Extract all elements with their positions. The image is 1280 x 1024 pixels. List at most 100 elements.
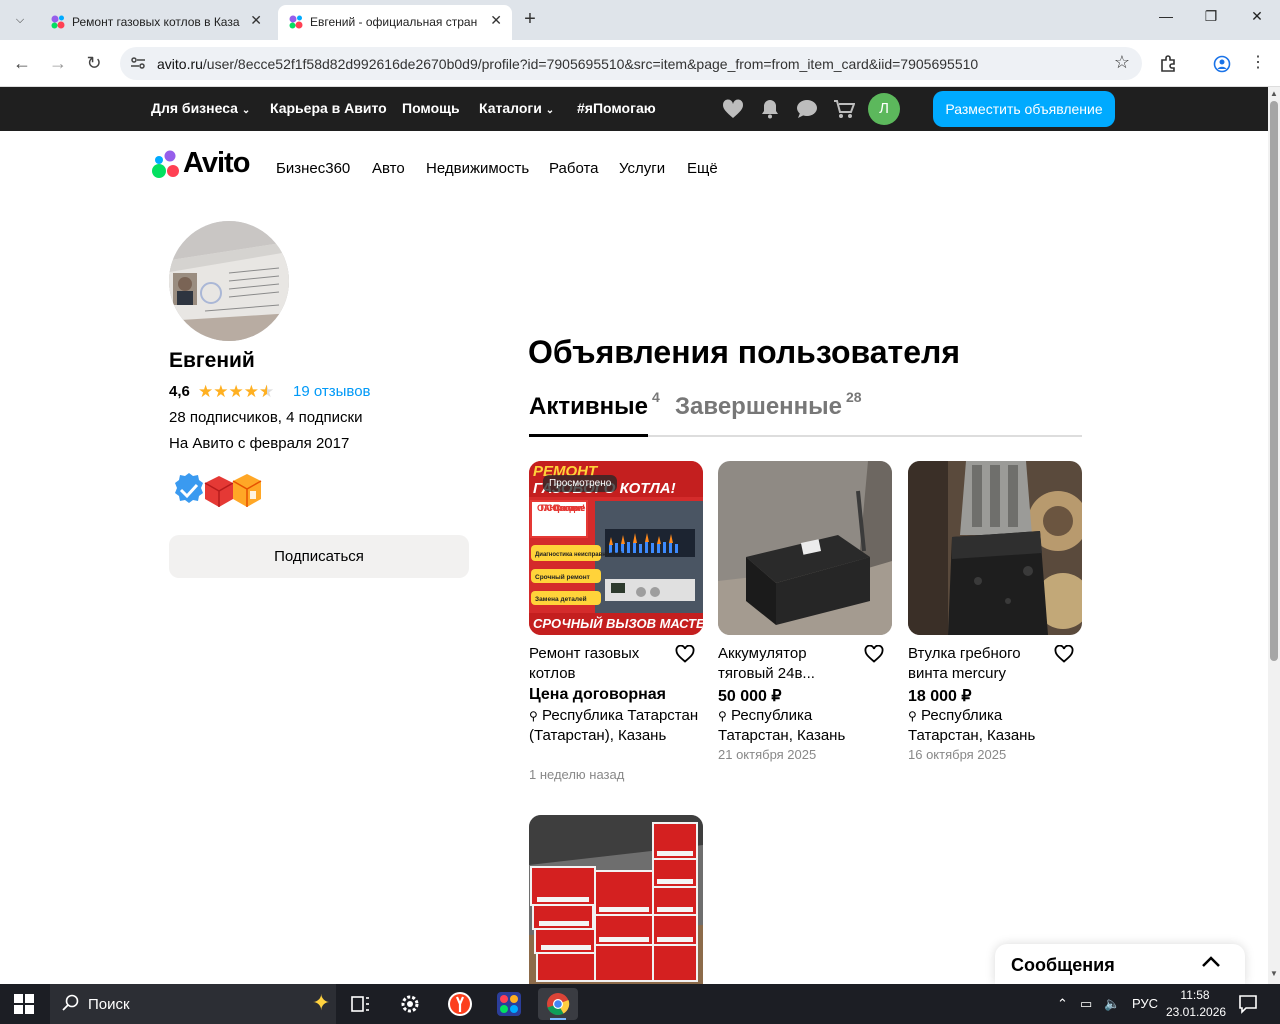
address-bar[interactable]: avito.ru/user/8ecce52f1f58d82d992616de26… xyxy=(120,47,1142,80)
taskbar-clock[interactable]: 11:58 23.01.2026 xyxy=(1166,987,1226,1021)
restore-icon[interactable]: ❐ xyxy=(1199,8,1223,25)
nav-i-help[interactable]: #яПомогаю xyxy=(577,100,656,116)
listing-card[interactable]: РЕМОНТ ГАЗОВОГО КОТЛА! ОПАСНО! Срочно по… xyxy=(529,461,703,791)
location-pin-icon: ⚲ xyxy=(529,709,538,723)
category-auto[interactable]: Авто xyxy=(372,160,405,177)
browser-tab-2[interactable]: Евгений - официальная страни ✕ xyxy=(278,5,512,40)
task-view-icon[interactable] xyxy=(340,988,380,1020)
back-arrow-icon[interactable]: ← xyxy=(10,52,34,76)
star-icon: ★ xyxy=(243,382,259,401)
nav-for-business[interactable]: Для бизнеса ⌄ xyxy=(151,100,250,116)
network-icon[interactable]: ▭ xyxy=(1080,996,1092,1012)
browser-menu-icon[interactable]: ⋮ xyxy=(1246,52,1270,76)
location-text: Республика Татарстан, Казань xyxy=(908,707,1036,744)
close-window-icon[interactable]: ✕ xyxy=(1245,8,1269,25)
user-avatar[interactable]: Л xyxy=(868,93,900,125)
listing-image[interactable] xyxy=(529,815,703,984)
nav-help[interactable]: Помощь xyxy=(402,100,460,116)
rating-value: 4,6 xyxy=(169,383,190,400)
close-tab-icon[interactable]: ✕ xyxy=(250,12,262,29)
browser-tab-1[interactable]: Ремонт газовых котлов в Каза ✕ xyxy=(40,5,272,40)
extensions-puzzle-icon[interactable] xyxy=(1156,52,1180,76)
avito-favicon-icon xyxy=(289,15,303,29)
site-info-icon[interactable] xyxy=(130,55,146,71)
subscribers-count[interactable]: 28 подписчиков, 4 подписки xyxy=(169,409,362,426)
tab-title: Ремонт газовых котлов в Каза xyxy=(72,15,240,29)
category-business360[interactable]: Бизнес360 xyxy=(276,160,350,177)
chrome-icon[interactable] xyxy=(538,988,578,1020)
chevron-up-icon[interactable] xyxy=(1201,954,1221,968)
colorful-app-icon[interactable] xyxy=(489,988,529,1020)
post-ad-button[interactable]: Разместить объявление xyxy=(933,91,1115,127)
notifications-bell-icon[interactable] xyxy=(759,99,781,119)
profile-account-icon[interactable] xyxy=(1210,52,1234,76)
scrollbar-thumb[interactable] xyxy=(1270,101,1278,661)
url-text[interactable]: avito.ru/user/8ecce52f1f58d82d992616de26… xyxy=(157,56,978,72)
minimize-icon[interactable]: — xyxy=(1154,8,1178,24)
ad-image-bottom: СРОЧНЫЙ ВЫЗОВ МАСТЕРА! xyxy=(533,615,703,631)
scroll-down-arrow-icon[interactable]: ▼ xyxy=(1270,969,1278,978)
listing-card[interactable]: Аккумулятор тяговый 24в... 50 000 ₽ ⚲ Ре… xyxy=(718,461,892,771)
sparkle-icon: ✦ xyxy=(312,990,331,1015)
profile-badges[interactable] xyxy=(169,469,265,513)
reload-icon[interactable]: ↻ xyxy=(82,52,106,76)
favorite-heart-icon[interactable] xyxy=(1054,645,1074,663)
listing-title[interactable]: Аккумулятор тяговый 24в... xyxy=(718,644,858,684)
nav-career[interactable]: Карьера в Авито xyxy=(270,100,387,116)
reviews-link[interactable]: 19 отзывов xyxy=(293,383,371,400)
viewed-badge: Просмотрено xyxy=(543,475,618,492)
listing-price: Цена договорная xyxy=(529,686,667,703)
volume-icon[interactable]: 🔈 xyxy=(1104,996,1120,1012)
subscribe-button[interactable]: Подписаться xyxy=(169,535,469,578)
listing-price: 50 000 ₽ xyxy=(718,688,782,705)
taskbar-search[interactable]: Поиск ✦ xyxy=(50,984,336,1024)
verified-badge-icon xyxy=(175,473,203,503)
listing-image[interactable] xyxy=(718,461,892,635)
favorites-heart-icon[interactable] xyxy=(722,99,744,119)
page-scrollbar[interactable]: ▲ ▼ xyxy=(1268,87,1280,984)
notification-center-icon[interactable] xyxy=(1238,994,1258,1014)
close-tab-icon[interactable]: ✕ xyxy=(490,12,502,29)
settings-gear-icon[interactable] xyxy=(390,988,430,1020)
ad-image-check2: Срочный ремонт xyxy=(535,573,590,581)
listing-card[interactable]: Втулка гребного винта mercury 18 000 ₽ ⚲… xyxy=(908,461,1082,771)
listing-location: ⚲ Республика Татарстан (Татарстан), Каза… xyxy=(529,706,701,746)
listing-card[interactable] xyxy=(529,815,703,984)
scroll-up-arrow-icon[interactable]: ▲ xyxy=(1270,89,1278,98)
windows-start-icon[interactable] xyxy=(14,994,34,1014)
chevron-down-icon: ⌄ xyxy=(545,105,555,116)
listing-date: 1 неделю назад xyxy=(529,767,625,782)
input-language[interactable]: РУС xyxy=(1132,996,1158,1011)
listing-title[interactable]: Ремонт газовых котлов xyxy=(529,644,669,684)
category-realty[interactable]: Недвижимость xyxy=(426,160,529,177)
category-services[interactable]: Услуги xyxy=(619,160,665,177)
search-icon xyxy=(62,994,79,1011)
tab-active-listings[interactable]: Активные 4 xyxy=(529,389,660,421)
bookmark-star-icon[interactable]: ☆ xyxy=(1114,52,1130,73)
listing-title[interactable]: Втулка гребного винта mercury xyxy=(908,644,1048,684)
category-jobs[interactable]: Работа xyxy=(549,160,599,177)
messages-chat-icon[interactable] xyxy=(796,99,818,119)
tab-completed-listings[interactable]: Завершенные 28 xyxy=(675,389,862,421)
yandex-browser-icon[interactable] xyxy=(440,988,480,1020)
favorite-heart-icon[interactable] xyxy=(864,645,884,663)
listing-image[interactable] xyxy=(908,461,1082,635)
avito-logo[interactable]: Avito xyxy=(150,147,262,180)
clock-time: 11:58 xyxy=(1180,988,1210,1002)
tray-chevron-up-icon[interactable]: ⌃ xyxy=(1057,996,1068,1012)
half-star-icon: ★★ xyxy=(259,382,275,401)
tab-title: Евгений - официальная страни xyxy=(310,15,478,29)
favorite-heart-icon[interactable] xyxy=(675,645,695,663)
member-since: На Авито с февраля 2017 xyxy=(169,435,350,452)
messages-widget[interactable]: Сообщения xyxy=(995,944,1245,984)
chevron-down-icon: ⌄ xyxy=(241,105,251,116)
cart-icon[interactable] xyxy=(833,99,855,119)
forward-arrow-icon[interactable]: → xyxy=(46,52,70,76)
nav-catalogs[interactable]: Каталоги ⌄ xyxy=(479,100,554,116)
category-more[interactable]: Ещё xyxy=(687,160,718,177)
listing-image[interactable]: РЕМОНТ ГАЗОВОГО КОТЛА! ОПАСНО! Срочно по… xyxy=(529,461,703,635)
listings-title: Объявления пользователя xyxy=(528,334,960,370)
tab-search-chevron-icon[interactable]: ⌵ xyxy=(8,8,32,32)
new-tab-plus-icon[interactable]: + xyxy=(518,7,542,31)
avito-logo-text: Avito xyxy=(183,147,250,179)
